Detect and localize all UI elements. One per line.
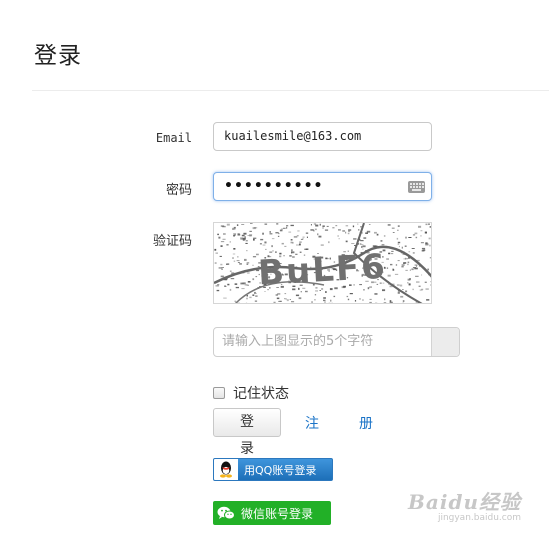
- password-field[interactable]: ••••••••••: [213, 172, 432, 201]
- qq-penguin-icon: [214, 459, 238, 480]
- watermark-brand: Baidu经验: [408, 490, 521, 514]
- email-label: Email: [155, 131, 192, 145]
- password-value: ••••••••••: [224, 178, 324, 194]
- qq-login-button[interactable]: 用QQ账号登录: [213, 458, 333, 481]
- captcha-input-addon: [431, 328, 459, 356]
- remember-label[interactable]: 记住状态: [233, 383, 289, 403]
- remember-row: 记住状态: [213, 383, 289, 403]
- page-title: 登录: [34, 43, 82, 69]
- wechat-login-label: 微信账号登录: [241, 506, 314, 521]
- captcha-text: BuLF6: [257, 247, 388, 294]
- password-label: 密码: [165, 183, 192, 198]
- captcha-graphic: BuLF6: [214, 223, 431, 303]
- wechat-icon: [213, 502, 239, 524]
- email-field[interactable]: kuailesmile@163.com: [213, 122, 432, 151]
- captcha-input[interactable]: 请输入上图显示的5个字符: [213, 327, 460, 357]
- captcha-input-placeholder: 请输入上图显示的5个字符: [222, 334, 374, 349]
- captcha-label: 验证码: [152, 234, 192, 249]
- register-link[interactable]: 注 册: [305, 413, 386, 433]
- keyboard-icon[interactable]: [408, 181, 425, 193]
- remember-checkbox[interactable]: [213, 387, 225, 399]
- wechat-login-button[interactable]: 微信账号登录: [213, 501, 331, 525]
- login-button[interactable]: 登 录: [213, 408, 281, 457]
- watermark: Baidu经验 jingyan.baidu.com: [408, 486, 521, 523]
- qq-login-label: 用QQ账号登录: [244, 463, 317, 477]
- header-divider: [32, 90, 549, 91]
- captcha-image[interactable]: BuLF6: [213, 222, 432, 304]
- email-value: kuailesmile@163.com: [224, 129, 362, 143]
